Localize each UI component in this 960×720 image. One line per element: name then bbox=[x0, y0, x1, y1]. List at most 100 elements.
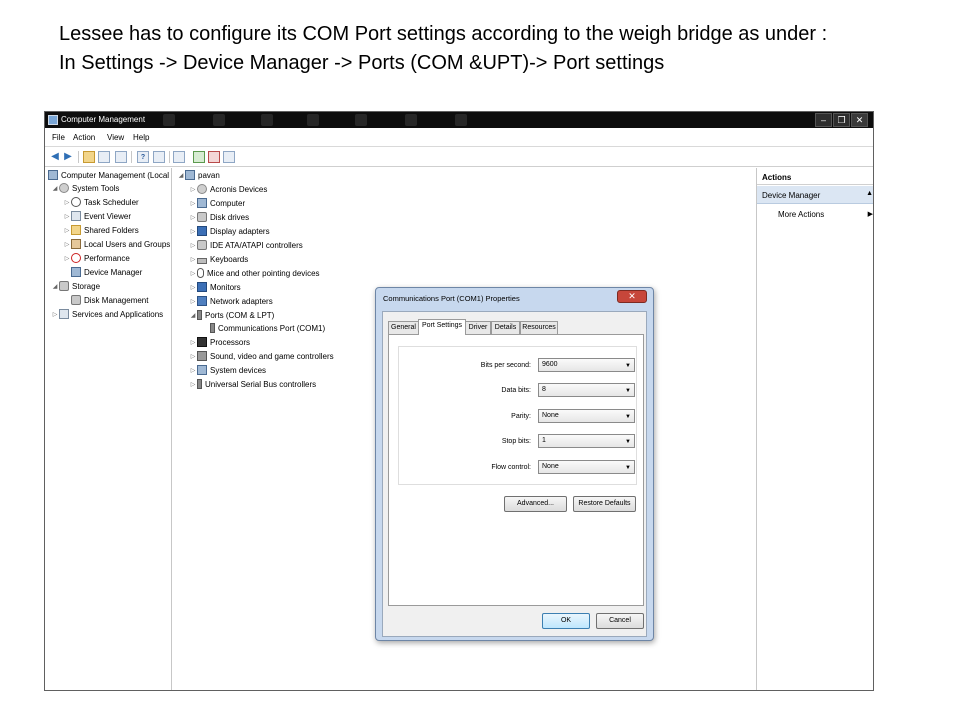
restore-button[interactable]: ❐ bbox=[833, 113, 850, 127]
data-bits-select[interactable]: 8 ▼ bbox=[538, 383, 635, 397]
collapse-icon[interactable]: ▲ bbox=[866, 190, 873, 197]
tree-item-system-tools[interactable]: ◢ System Tools bbox=[51, 183, 119, 195]
expand-arrow-icon[interactable]: ▷ bbox=[189, 379, 197, 391]
expand-arrow-icon[interactable]: ▷ bbox=[189, 282, 197, 294]
expand-arrow-icon[interactable]: ▷ bbox=[189, 184, 197, 196]
tree-item-storage[interactable]: ◢ Storage bbox=[51, 281, 100, 293]
device-node-label: Universal Serial Bus controllers bbox=[205, 380, 317, 390]
computer-management-icon bbox=[48, 115, 58, 125]
stop-bits-select[interactable]: 1 ▼ bbox=[538, 434, 635, 448]
tree-item-performance[interactable]: ▷ Performance bbox=[63, 253, 130, 265]
device-node-label: Sound, video and game controllers bbox=[210, 352, 334, 362]
parity-select[interactable]: None ▼ bbox=[538, 409, 635, 423]
expand-arrow-icon[interactable]: ◢ bbox=[51, 183, 59, 195]
properties-icon[interactable] bbox=[115, 151, 127, 163]
tree-item-shared-folders[interactable]: ▷ Shared Folders bbox=[63, 225, 139, 237]
device-node-usb[interactable]: ▷ Universal Serial Bus controllers bbox=[189, 379, 316, 391]
device-node-processors[interactable]: ▷ Processors bbox=[189, 337, 250, 349]
expand-arrow-icon[interactable]: ◢ bbox=[51, 281, 59, 293]
device-node-label: Computer bbox=[210, 199, 246, 209]
device-node-monitors[interactable]: ▷ Monitors bbox=[189, 282, 241, 294]
title-bar[interactable]: Computer Management – ❐ ✕ bbox=[45, 112, 873, 128]
tree-item-event-viewer[interactable]: ▷ Event Viewer bbox=[63, 211, 131, 223]
advanced-button[interactable]: Advanced... bbox=[504, 496, 567, 512]
scan-hardware-icon[interactable] bbox=[173, 151, 185, 163]
actions-section-device-manager[interactable]: Device Manager ▲ bbox=[757, 186, 873, 204]
expand-arrow-icon[interactable]: ▷ bbox=[189, 268, 197, 280]
expand-arrow-icon[interactable]: ▷ bbox=[63, 197, 71, 209]
device-node-pavan[interactable]: ◢ pavan bbox=[177, 170, 220, 182]
device-node-com1[interactable]: Communications Port (COM1) bbox=[202, 322, 325, 335]
show-hide-action-pane-icon[interactable] bbox=[153, 151, 165, 163]
menu-view[interactable]: View bbox=[107, 133, 124, 142]
device-node-disk-drives[interactable]: ▷ Disk drives bbox=[189, 212, 249, 224]
flow-control-row: Flow control: None ▼ bbox=[399, 460, 636, 476]
back-arrow-icon[interactable]: ◀ bbox=[49, 151, 61, 163]
tree-item-services-applications[interactable]: ▷ Services and Applications bbox=[51, 309, 163, 321]
computer-icon bbox=[185, 170, 195, 180]
tree-item-device-manager[interactable]: Device Manager bbox=[63, 266, 142, 279]
device-node-keyboards[interactable]: ▷ Keyboards bbox=[189, 254, 249, 266]
bits-per-second-select[interactable]: 9600 ▼ bbox=[538, 358, 635, 372]
device-node-network-adapters[interactable]: ▷ Network adapters bbox=[189, 296, 273, 308]
minimize-button[interactable]: – bbox=[815, 113, 832, 127]
tree-item-local-users[interactable]: ▷ Local Users and Groups bbox=[63, 239, 170, 251]
menu-action[interactable]: Action bbox=[73, 133, 95, 142]
menu-help[interactable]: Help bbox=[133, 133, 149, 142]
dialog-close-button[interactable]: ✕ bbox=[617, 290, 647, 303]
close-button[interactable]: ✕ bbox=[851, 113, 868, 127]
forward-arrow-icon[interactable]: ▶ bbox=[62, 151, 74, 163]
help-icon[interactable]: ? bbox=[137, 151, 149, 163]
acronis-icon bbox=[197, 184, 207, 194]
expand-arrow-icon[interactable]: ▷ bbox=[63, 239, 71, 251]
cancel-button[interactable]: Cancel bbox=[596, 613, 644, 629]
device-node-mice[interactable]: ▷ Mice and other pointing devices bbox=[189, 268, 320, 280]
expand-arrow-icon[interactable]: ▷ bbox=[63, 225, 71, 237]
device-node-sound[interactable]: ▷ Sound, video and game controllers bbox=[189, 351, 334, 363]
device-node-display-adapters[interactable]: ▷ Display adapters bbox=[189, 226, 270, 238]
device-node-computer[interactable]: ▷ Computer bbox=[189, 198, 245, 210]
tab-port-settings[interactable]: Port Settings bbox=[418, 319, 466, 335]
device-node-ide-controllers[interactable]: ▷ IDE ATA/ATAPI controllers bbox=[189, 240, 303, 252]
tree-item-disk-management[interactable]: Disk Management bbox=[63, 294, 148, 307]
tab-general[interactable]: General bbox=[388, 321, 419, 334]
device-node-ports[interactable]: ◢ Ports (COM & LPT) bbox=[189, 310, 274, 322]
uninstall-icon[interactable] bbox=[208, 151, 220, 163]
disable-device-icon[interactable] bbox=[223, 151, 235, 163]
flow-control-select[interactable]: None ▼ bbox=[538, 460, 635, 474]
update-driver-icon[interactable] bbox=[193, 151, 205, 163]
up-folder-icon[interactable] bbox=[83, 151, 95, 163]
expand-arrow-icon[interactable]: ▷ bbox=[63, 211, 71, 223]
tree-item-label: Storage bbox=[72, 282, 101, 292]
device-node-label: Network adapters bbox=[210, 297, 273, 307]
disk-drive-icon bbox=[197, 212, 207, 222]
tree-item-computer-management[interactable]: Computer Management (Local bbox=[48, 169, 169, 182]
expand-arrow-icon[interactable]: ▷ bbox=[189, 226, 197, 238]
expand-arrow-icon[interactable]: ▷ bbox=[63, 253, 71, 265]
expand-arrow-icon[interactable]: ▷ bbox=[189, 254, 197, 266]
expand-arrow-icon[interactable]: ◢ bbox=[177, 170, 185, 182]
select-value: None bbox=[542, 463, 559, 470]
tree-item-label: Shared Folders bbox=[84, 226, 139, 236]
expand-arrow-icon[interactable]: ▷ bbox=[189, 212, 197, 224]
device-node-acronis[interactable]: ▷ Acronis Devices bbox=[189, 184, 267, 196]
expand-arrow-icon[interactable]: ▷ bbox=[189, 198, 197, 210]
tab-driver[interactable]: Driver bbox=[465, 321, 491, 334]
expand-arrow-icon[interactable]: ▷ bbox=[189, 240, 197, 252]
restore-defaults-button[interactable]: Restore Defaults bbox=[573, 496, 636, 512]
expand-arrow-icon[interactable]: ▷ bbox=[189, 351, 197, 363]
expand-arrow-icon[interactable]: ▷ bbox=[189, 337, 197, 349]
more-actions-link[interactable]: More Actions bbox=[778, 210, 824, 219]
ok-button[interactable]: OK bbox=[542, 613, 590, 629]
tab-resources[interactable]: Resources bbox=[520, 321, 558, 334]
tree-item-task-scheduler[interactable]: ▷ Task Scheduler bbox=[63, 197, 139, 209]
menu-file[interactable]: File bbox=[52, 133, 65, 142]
tab-details[interactable]: Details bbox=[491, 321, 520, 334]
expand-arrow-icon[interactable]: ▷ bbox=[189, 296, 197, 308]
device-node-system-devices[interactable]: ▷ System devices bbox=[189, 365, 266, 377]
chevron-down-icon: ▼ bbox=[625, 414, 631, 420]
show-hide-tree-icon[interactable] bbox=[98, 151, 110, 163]
expand-arrow-icon[interactable]: ▷ bbox=[189, 365, 197, 377]
expand-arrow-icon[interactable]: ◢ bbox=[189, 310, 197, 322]
expand-arrow-icon[interactable]: ▷ bbox=[51, 309, 59, 321]
